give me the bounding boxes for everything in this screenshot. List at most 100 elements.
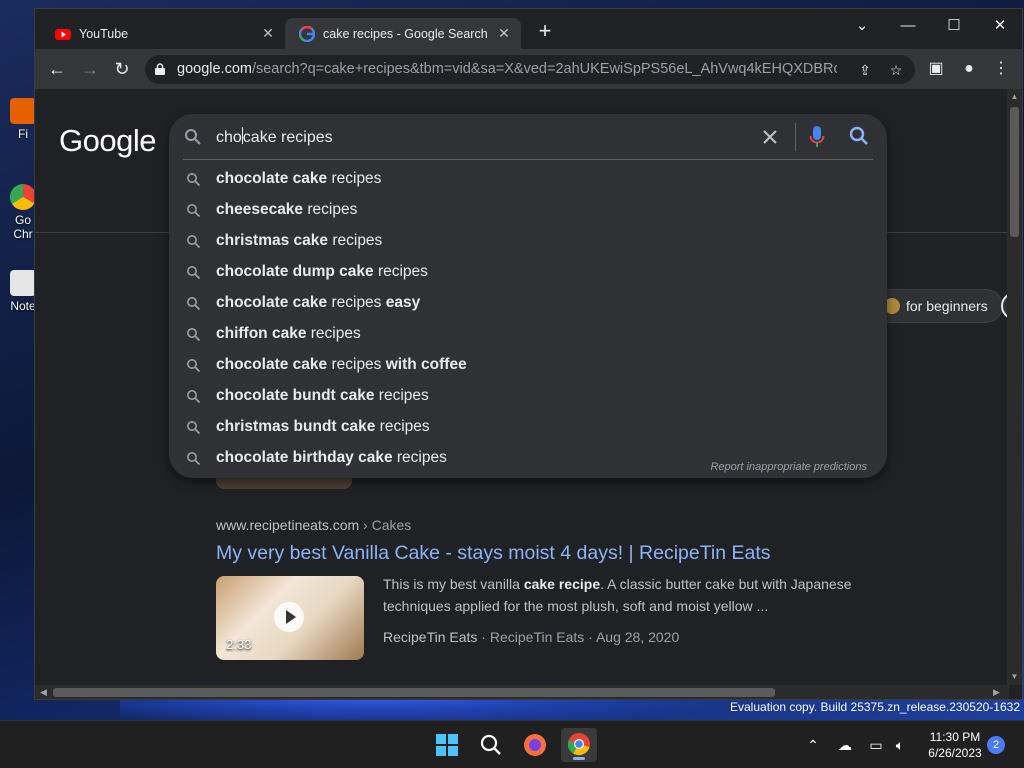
suggestion-text: chiffon cake recipes bbox=[216, 325, 361, 343]
clear-icon[interactable] bbox=[759, 126, 781, 148]
video-duration: 2:33 bbox=[226, 637, 252, 652]
filter-chip-for-beginners[interactable]: for beginners bbox=[873, 289, 1003, 323]
taskbar-firefox[interactable] bbox=[517, 728, 553, 762]
result-date: · RecipeTin Eats · Aug 28, 2020 bbox=[477, 629, 680, 645]
share-icon[interactable]: ⇪ bbox=[855, 60, 875, 80]
volume-icon[interactable]: 🔈︎ bbox=[890, 735, 910, 755]
suggestion-text: chocolate dump cake recipes bbox=[216, 263, 428, 281]
search-icon bbox=[187, 390, 201, 404]
search-submit-icon[interactable] bbox=[849, 126, 869, 146]
autocomplete-suggestion[interactable]: chocolate cake recipes with coffee bbox=[169, 350, 887, 381]
autocomplete-suggestion[interactable]: chocolate cake recipes easy bbox=[169, 288, 887, 319]
lock-icon[interactable] bbox=[155, 63, 165, 75]
tab-strip: YouTube ✕ cake recipes - Google Search ✕… bbox=[35, 9, 1022, 49]
search-icon bbox=[480, 734, 501, 755]
search-icon bbox=[187, 266, 201, 280]
suggestion-text: chocolate birthday cake recipes bbox=[216, 449, 447, 467]
search-input[interactable]: chocake recipes bbox=[216, 127, 333, 147]
back-button[interactable]: ← bbox=[46, 58, 68, 80]
google-g-icon bbox=[299, 25, 315, 42]
scroll-up-arrow-icon[interactable]: ▲ bbox=[1010, 92, 1019, 101]
chrome-icon bbox=[10, 184, 36, 210]
tab-google-search[interactable]: cake recipes - Google Search ✕ bbox=[285, 18, 521, 49]
notepad-icon bbox=[10, 270, 36, 296]
horizontal-scroll-thumb[interactable] bbox=[53, 688, 775, 697]
vertical-scrollbar[interactable]: ▲ ▼ bbox=[1007, 89, 1022, 685]
google-logo[interactable]: Google bbox=[59, 123, 156, 159]
result-cite[interactable]: www.recipetineats.com › Cakes bbox=[216, 517, 411, 533]
horizontal-scrollbar[interactable]: ◀ ▶ bbox=[35, 685, 1009, 699]
search-icon bbox=[187, 235, 201, 249]
tab-search-chevron-icon[interactable]: ⌄ bbox=[847, 13, 877, 39]
suggestion-plain: recipes bbox=[306, 325, 361, 342]
result-video-thumbnail[interactable]: 2:33 bbox=[216, 576, 364, 660]
firefox-icon bbox=[10, 98, 36, 124]
chevron-up-icon[interactable]: ⌃ bbox=[803, 735, 823, 755]
autocomplete-suggestion[interactable]: chocolate bundt cake recipes bbox=[169, 381, 887, 412]
vertical-scroll-thumb[interactable] bbox=[1010, 107, 1019, 237]
profile-icon[interactable]: ● bbox=[958, 58, 980, 80]
result-title-link[interactable]: My very best Vanilla Cake - stays moist … bbox=[216, 542, 771, 565]
snippet-highlight: cake recipe bbox=[523, 576, 601, 592]
clock[interactable]: 11:30 PM 6/26/2023 bbox=[920, 729, 990, 761]
browser-toolbar: ← → ↻ google.com/search?q=cake+recipes&t… bbox=[35, 49, 1022, 89]
search-icon bbox=[187, 421, 201, 435]
result-breadcrumb: › Cakes bbox=[359, 517, 412, 533]
autocomplete-suggestion[interactable]: chocolate cake recipes bbox=[169, 164, 887, 195]
autocomplete-suggestion[interactable]: christmas cake recipes bbox=[169, 226, 887, 257]
suggestion-bold: chocolate bundt cake bbox=[216, 387, 375, 404]
scroll-down-arrow-icon[interactable]: ▼ bbox=[1010, 672, 1019, 681]
forward-button[interactable]: → bbox=[79, 58, 101, 80]
active-app-indicator bbox=[573, 757, 585, 760]
microphone-icon[interactable] bbox=[809, 125, 825, 149]
address-bar[interactable]: google.com/search?q=cake+recipes&tbm=vid… bbox=[145, 55, 915, 84]
browser-window: YouTube ✕ cake recipes - Google Search ✕… bbox=[34, 8, 1023, 700]
search-icon bbox=[187, 328, 201, 342]
tab-youtube[interactable]: YouTube ✕ bbox=[41, 18, 285, 49]
query-text-before-caret: cho bbox=[216, 129, 242, 146]
autocomplete-suggestion[interactable]: christmas bundt cake recipes bbox=[169, 412, 887, 443]
autocomplete-list: chocolate cake recipes cheesecake recipes… bbox=[169, 164, 887, 474]
bookmark-star-icon[interactable]: ☆ bbox=[886, 60, 906, 80]
suggestion-plain: recipes bbox=[374, 387, 429, 404]
suggestion-text: chocolate cake recipes easy bbox=[216, 294, 420, 312]
cloud-icon[interactable]: ☁ bbox=[835, 735, 855, 755]
close-window-button[interactable]: ✕ bbox=[985, 13, 1015, 39]
tab-close-icon[interactable]: ✕ bbox=[259, 25, 277, 42]
side-panel-icon[interactable]: ▣ bbox=[925, 58, 947, 80]
query-text-after-caret: cake recipes bbox=[242, 129, 333, 146]
search-icon bbox=[187, 359, 201, 373]
autocomplete-suggestion[interactable]: cheesecake recipes bbox=[169, 195, 887, 226]
tab-close-icon[interactable]: ✕ bbox=[495, 25, 513, 42]
scroll-left-arrow-icon[interactable]: ◀ bbox=[40, 687, 47, 698]
search-box[interactable]: chocake recipes chocolate cake recipes ch… bbox=[169, 114, 887, 478]
notification-badge[interactable]: 2 bbox=[987, 736, 1005, 754]
report-predictions-link[interactable]: Report inappropriate predictions bbox=[710, 461, 867, 473]
autocomplete-suggestion[interactable]: chiffon cake recipes bbox=[169, 319, 887, 350]
suggestion-text: chocolate cake recipes with coffee bbox=[216, 356, 467, 374]
autocomplete-suggestion[interactable]: chocolate dump cake recipes bbox=[169, 257, 887, 288]
suggestion-text: christmas cake recipes bbox=[216, 232, 382, 250]
reload-button[interactable]: ↻ bbox=[111, 58, 133, 80]
clock-date: 6/26/2023 bbox=[928, 746, 982, 760]
suggestion-plain: recipes bbox=[327, 170, 382, 187]
network-icon[interactable]: ▭ bbox=[866, 735, 886, 755]
taskbar-search-button[interactable] bbox=[473, 728, 509, 762]
result-snippet: This is my best vanilla cake recipe. A c… bbox=[383, 573, 853, 617]
result-meta: RecipeTin Eats · RecipeTin Eats · Aug 28… bbox=[383, 629, 679, 645]
suggestion-text: chocolate bundt cake recipes bbox=[216, 387, 429, 405]
suggestion-bold: chiffon cake bbox=[216, 325, 307, 342]
suggestion-text: cheesecake recipes bbox=[216, 201, 357, 219]
suggestion-bold: christmas bundt cake bbox=[216, 418, 376, 435]
new-tab-button[interactable]: + bbox=[533, 20, 557, 44]
start-button[interactable] bbox=[429, 728, 465, 762]
suggestion-bold: chocolate dump cake bbox=[216, 263, 374, 280]
scroll-right-arrow-icon[interactable]: ▶ bbox=[993, 687, 1000, 698]
url-text: google.com/search?q=cake+recipes&tbm=vid… bbox=[177, 61, 837, 77]
taskbar-chrome[interactable] bbox=[561, 728, 597, 762]
maximize-button[interactable]: ☐ bbox=[939, 13, 969, 39]
url-path: /search?q=cake+recipes&tbm=vid&sa=X&ved=… bbox=[251, 61, 837, 77]
minimize-button[interactable]: — bbox=[893, 13, 923, 39]
menu-kebab-icon[interactable]: ⋮ bbox=[990, 58, 1012, 80]
search-icon bbox=[185, 129, 201, 145]
